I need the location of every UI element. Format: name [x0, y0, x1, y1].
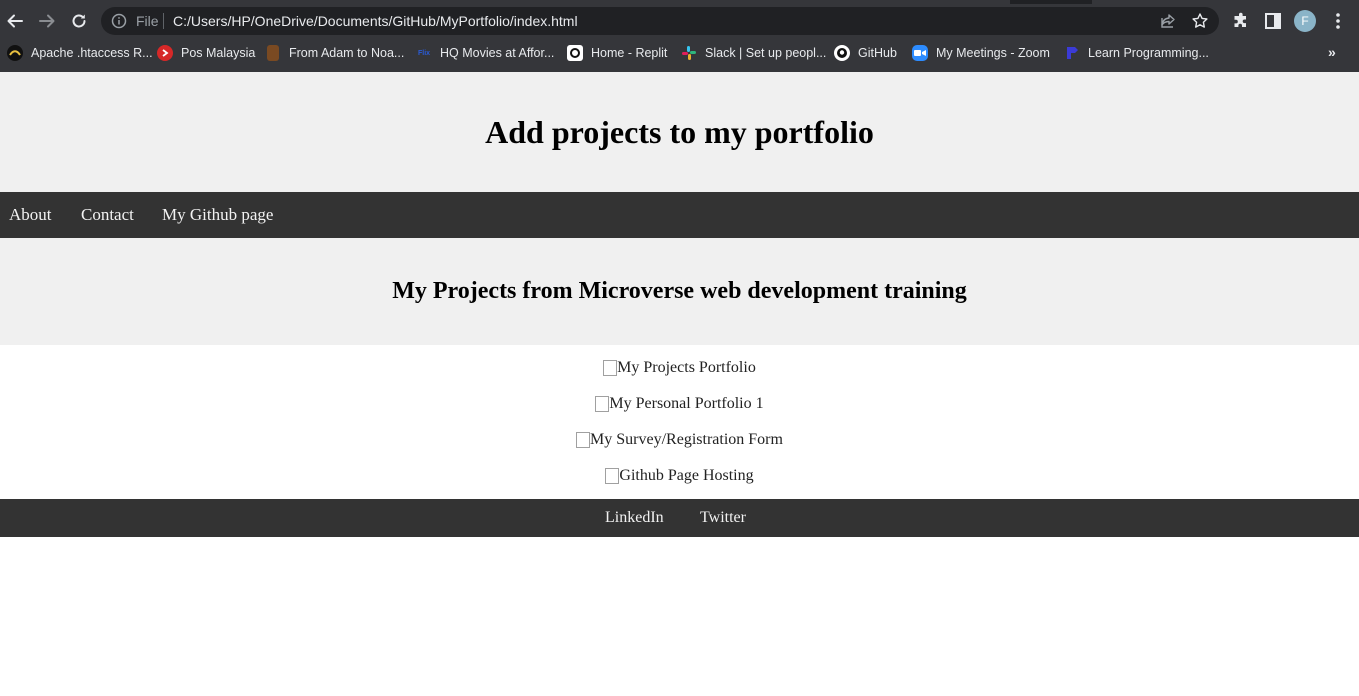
browser-chrome: File C:/Users/HP/OneDrive/Documents/GitH…	[0, 0, 1359, 72]
reload-button[interactable]	[67, 9, 91, 33]
forward-button[interactable]	[35, 9, 59, 33]
project-alt-text: My Projects Portfolio	[617, 359, 756, 376]
github-icon	[834, 45, 850, 61]
footer-link-linkedin[interactable]: LinkedIn	[605, 499, 664, 537]
project-alt-text: Github Page Hosting	[619, 467, 754, 484]
bookmarks-overflow-button[interactable]: »	[1328, 44, 1336, 60]
page-header: Add projects to my portfolio	[0, 72, 1359, 192]
footer-link-twitter[interactable]: Twitter	[700, 499, 746, 537]
info-icon[interactable]	[111, 13, 127, 29]
top-navigation: About Contact My Github page	[0, 192, 1359, 238]
programming-icon	[1064, 45, 1080, 61]
bookmark-slack[interactable]: Slack | Set up peopl...	[681, 44, 826, 62]
page-title: Add projects to my portfolio	[485, 114, 874, 150]
replit-icon	[567, 45, 583, 61]
bookmark-adam-noah[interactable]: From Adam to Noa...	[265, 44, 404, 62]
project-alt-text: My Personal Portfolio 1	[609, 395, 764, 412]
apache-icon	[7, 45, 23, 61]
bookmark-apache[interactable]: Apache .htaccess R...	[7, 44, 153, 62]
reload-icon	[72, 14, 86, 28]
pos-malaysia-icon	[157, 45, 173, 61]
address-scheme-label: File	[136, 13, 159, 29]
bookmark-learn-programming[interactable]: Learn Programming...	[1064, 44, 1209, 62]
bookmark-star-icon[interactable]	[1191, 12, 1209, 30]
address-divider	[163, 13, 164, 29]
address-bar[interactable]: File C:/Users/HP/OneDrive/Documents/GitH…	[101, 7, 1219, 35]
address-url[interactable]: C:/Users/HP/OneDrive/Documents/GitHub/My…	[173, 13, 578, 29]
nav-link-about[interactable]: About	[9, 192, 52, 238]
broken-image-icon	[595, 396, 610, 412]
bookmark-zoom[interactable]: My Meetings - Zoom	[912, 44, 1050, 62]
broken-image-icon	[603, 360, 618, 376]
project-item[interactable]: My Projects Portfolio	[0, 358, 1359, 382]
broken-image-icon	[576, 432, 591, 448]
page-viewport: Add projects to my portfolio About Conta…	[0, 72, 1359, 696]
slack-icon	[681, 45, 697, 61]
nav-link-github-page[interactable]: My Github page	[162, 192, 273, 238]
side-panel-icon[interactable]	[1263, 11, 1283, 31]
movies-icon: Flix	[417, 49, 431, 57]
projects-list: My Projects Portfolio My Personal Portfo…	[0, 345, 1359, 499]
kebab-menu-icon[interactable]	[1329, 11, 1347, 31]
book-icon	[267, 45, 279, 61]
nav-link-contact[interactable]: Contact	[81, 192, 134, 238]
bookmarks-bar: Apache .htaccess R... Pos Malaysia From …	[0, 40, 1359, 66]
project-item[interactable]: Github Page Hosting	[0, 466, 1359, 490]
bookmark-github[interactable]: GitHub	[834, 44, 897, 62]
page-footer: LinkedIn Twitter	[0, 499, 1359, 537]
tab-strip	[0, 0, 1359, 4]
project-item[interactable]: My Personal Portfolio 1	[0, 394, 1359, 418]
back-button[interactable]	[3, 9, 27, 33]
zoom-icon	[912, 45, 928, 61]
bookmark-hq-movies[interactable]: Flix HQ Movies at Affor...	[416, 44, 554, 62]
profile-avatar[interactable]: F	[1294, 10, 1316, 32]
arrow-right-icon	[39, 14, 55, 28]
bookmark-replit[interactable]: Home - Replit	[567, 44, 667, 62]
project-alt-text: My Survey/Registration Form	[590, 431, 783, 448]
project-item[interactable]: My Survey/Registration Form	[0, 430, 1359, 454]
bookmark-pos-malaysia[interactable]: Pos Malaysia	[157, 44, 255, 62]
section-banner: My Projects from Microverse web developm…	[0, 238, 1359, 345]
arrow-left-icon	[7, 14, 23, 28]
share-icon[interactable]	[1159, 12, 1177, 30]
extensions-puzzle-icon[interactable]	[1231, 11, 1251, 31]
section-heading: My Projects from Microverse web developm…	[392, 278, 967, 304]
broken-image-icon	[605, 468, 620, 484]
